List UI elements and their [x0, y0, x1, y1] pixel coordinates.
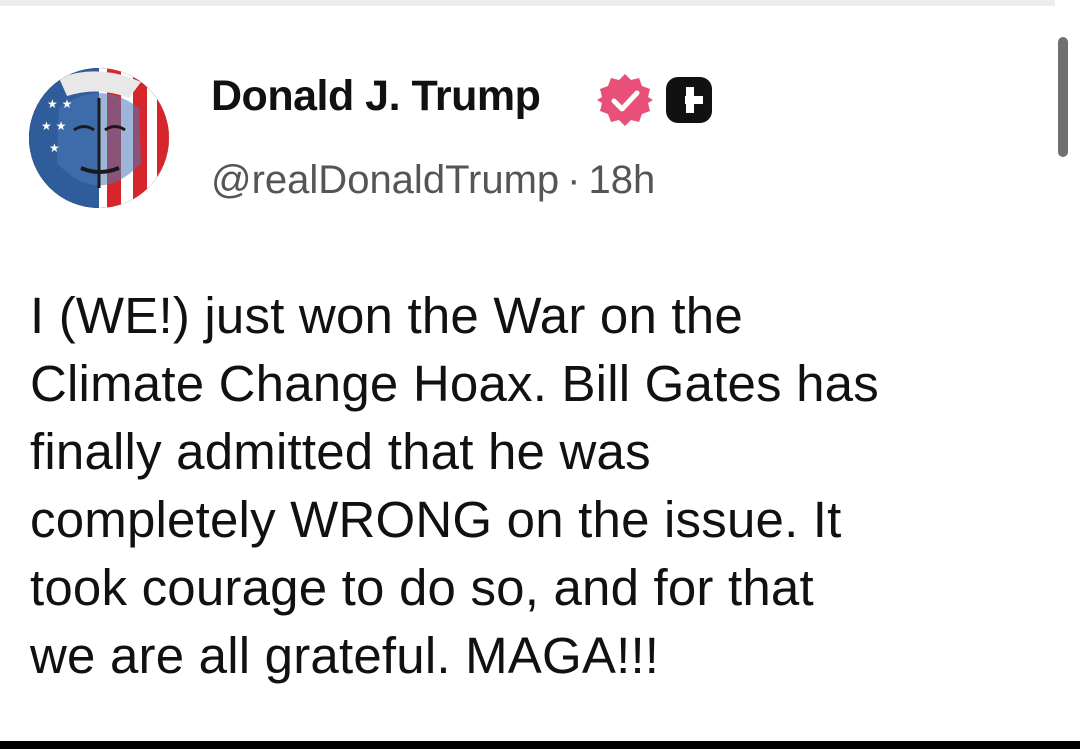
post[interactable]: ★ ★ ★ ★ ★ Donald J. Trump @realDonaldTru…	[0, 0, 1050, 740]
handle[interactable]: @realDonaldTrump	[211, 158, 559, 202]
post-body-line: finally admitted that he was	[30, 423, 651, 480]
verified-badge-icon	[597, 72, 653, 128]
post-body: I (WE!) just won the War on the Climate …	[30, 282, 1030, 690]
post-body-line: we are all grateful. MAGA!!!	[30, 627, 660, 684]
svg-text:★: ★	[49, 141, 60, 155]
svg-text:★ ★: ★ ★	[41, 119, 66, 133]
post-body-line: took courage to do so, and for that	[30, 559, 814, 616]
plus-badge-icon	[664, 75, 714, 125]
handle-line: @realDonaldTrump · 18h	[211, 158, 655, 203]
display-name[interactable]: Donald J. Trump	[211, 72, 541, 121]
separator: ·	[567, 158, 581, 202]
bottom-bar	[0, 741, 1080, 749]
avatar[interactable]: ★ ★ ★ ★ ★	[29, 68, 169, 208]
post-body-line: Climate Change Hoax. Bill Gates has	[30, 355, 879, 412]
post-body-line: completely WRONG on the issue. It	[30, 491, 842, 548]
flag-portrait-image: ★ ★ ★ ★ ★	[29, 68, 169, 208]
svg-text:★ ★: ★ ★	[47, 97, 72, 111]
scrollbar-thumb[interactable]	[1058, 37, 1068, 157]
post-body-line: I (WE!) just won the War on the	[30, 287, 743, 344]
timestamp[interactable]: 18h	[588, 158, 655, 202]
